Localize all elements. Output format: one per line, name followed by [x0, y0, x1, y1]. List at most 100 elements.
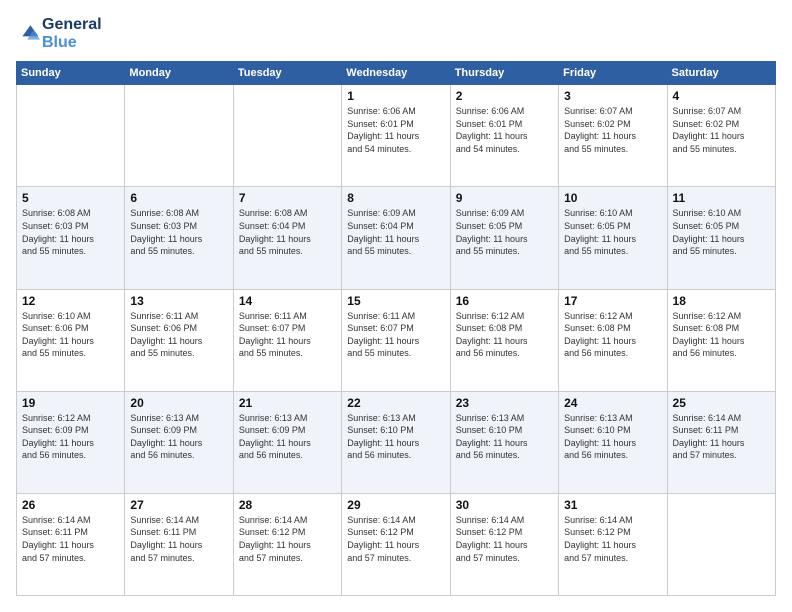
calendar-cell: 26 Sunrise: 6:14 AM Sunset: 6:11 PM Dayli… [17, 493, 125, 595]
day-number: 7 [239, 191, 336, 205]
day-info: Sunrise: 6:09 AM Sunset: 6:04 PM Dayligh… [347, 207, 444, 257]
day-info: Sunrise: 6:11 AM Sunset: 6:07 PM Dayligh… [239, 310, 336, 360]
day-info: Sunrise: 6:07 AM Sunset: 6:02 PM Dayligh… [673, 105, 770, 155]
day-info: Sunrise: 6:08 AM Sunset: 6:03 PM Dayligh… [130, 207, 227, 257]
day-number: 2 [456, 89, 553, 103]
day-number: 9 [456, 191, 553, 205]
day-info: Sunrise: 6:08 AM Sunset: 6:04 PM Dayligh… [239, 207, 336, 257]
calendar-cell: 5 Sunrise: 6:08 AM Sunset: 6:03 PM Daylig… [17, 187, 125, 289]
calendar-cell: 1 Sunrise: 6:06 AM Sunset: 6:01 PM Daylig… [342, 85, 450, 187]
day-number: 26 [22, 498, 119, 512]
day-info: Sunrise: 6:12 AM Sunset: 6:08 PM Dayligh… [673, 310, 770, 360]
calendar-week-row: 19Sunrise: 6:12 AM Sunset: 6:09 PM Dayli… [17, 391, 776, 493]
weekday-header: Saturday [667, 62, 775, 85]
logo-text: GeneralBlue [42, 16, 102, 51]
calendar-cell: 23 Sunrise: 6:13 AM Sunset: 6:10 PM Dayli… [450, 391, 558, 493]
calendar-cell: 15 Sunrise: 6:11 AM Sunset: 6:07 PM Dayli… [342, 289, 450, 391]
day-number: 8 [347, 191, 444, 205]
calendar-cell: 19Sunrise: 6:12 AM Sunset: 6:09 PM Dayli… [17, 391, 125, 493]
day-info: Sunrise: 6:09 AM Sunset: 6:05 PM Dayligh… [456, 207, 553, 257]
calendar-cell: 22 Sunrise: 6:13 AM Sunset: 6:10 PM Dayli… [342, 391, 450, 493]
header: GeneralBlue [16, 16, 776, 51]
day-info: Sunrise: 6:13 AM Sunset: 6:10 PM Dayligh… [347, 412, 444, 462]
page: GeneralBlue SundayMondayTuesdayWednesday… [0, 0, 792, 612]
day-number: 29 [347, 498, 444, 512]
day-info: Sunrise: 6:12 AM Sunset: 6:09 PM Dayligh… [22, 412, 119, 462]
calendar-cell: 27Sunrise: 6:14 AM Sunset: 6:11 PM Dayli… [125, 493, 233, 595]
calendar-cell: 28Sunrise: 6:14 AM Sunset: 6:12 PM Dayli… [233, 493, 341, 595]
day-number: 30 [456, 498, 553, 512]
day-number: 22 [347, 396, 444, 410]
weekday-header: Wednesday [342, 62, 450, 85]
day-number: 11 [673, 191, 770, 205]
day-info: Sunrise: 6:13 AM Sunset: 6:09 PM Dayligh… [239, 412, 336, 462]
calendar-cell: 3 Sunrise: 6:07 AM Sunset: 6:02 PM Daylig… [559, 85, 667, 187]
calendar-cell: 21Sunrise: 6:13 AM Sunset: 6:09 PM Dayli… [233, 391, 341, 493]
day-info: Sunrise: 6:12 AM Sunset: 6:08 PM Dayligh… [564, 310, 661, 360]
day-number: 31 [564, 498, 661, 512]
day-info: Sunrise: 6:14 AM Sunset: 6:11 PM Dayligh… [673, 412, 770, 462]
day-number: 13 [130, 294, 227, 308]
day-number: 15 [347, 294, 444, 308]
day-info: Sunrise: 6:07 AM Sunset: 6:02 PM Dayligh… [564, 105, 661, 155]
day-number: 18 [673, 294, 770, 308]
day-number: 6 [130, 191, 227, 205]
calendar-cell: 10 Sunrise: 6:10 AM Sunset: 6:05 PM Dayli… [559, 187, 667, 289]
day-number: 17 [564, 294, 661, 308]
day-number: 25 [673, 396, 770, 410]
day-info: Sunrise: 6:10 AM Sunset: 6:05 PM Dayligh… [673, 207, 770, 257]
day-info: Sunrise: 6:11 AM Sunset: 6:07 PM Dayligh… [347, 310, 444, 360]
weekday-header: Thursday [450, 62, 558, 85]
day-info: Sunrise: 6:06 AM Sunset: 6:01 PM Dayligh… [347, 105, 444, 155]
day-info: Sunrise: 6:13 AM Sunset: 6:10 PM Dayligh… [456, 412, 553, 462]
calendar-cell: 29 Sunrise: 6:14 AM Sunset: 6:12 PM Dayli… [342, 493, 450, 595]
calendar-week-row: 12 Sunrise: 6:10 AM Sunset: 6:06 PM Dayli… [17, 289, 776, 391]
day-info: Sunrise: 6:14 AM Sunset: 6:12 PM Dayligh… [564, 514, 661, 564]
calendar-cell: 20 Sunrise: 6:13 AM Sunset: 6:09 PM Dayli… [125, 391, 233, 493]
calendar-cell: 2 Sunrise: 6:06 AM Sunset: 6:01 PM Daylig… [450, 85, 558, 187]
weekday-header: Monday [125, 62, 233, 85]
day-info: Sunrise: 6:06 AM Sunset: 6:01 PM Dayligh… [456, 105, 553, 155]
day-number: 23 [456, 396, 553, 410]
day-number: 24 [564, 396, 661, 410]
calendar-cell: 8 Sunrise: 6:09 AM Sunset: 6:04 PM Daylig… [342, 187, 450, 289]
calendar-cell: 30Sunrise: 6:14 AM Sunset: 6:12 PM Dayli… [450, 493, 558, 595]
calendar-cell: 14 Sunrise: 6:11 AM Sunset: 6:07 PM Dayli… [233, 289, 341, 391]
logo: GeneralBlue [16, 16, 102, 51]
day-number: 12 [22, 294, 119, 308]
day-info: Sunrise: 6:10 AM Sunset: 6:05 PM Dayligh… [564, 207, 661, 257]
day-info: Sunrise: 6:14 AM Sunset: 6:11 PM Dayligh… [22, 514, 119, 564]
calendar-cell: 17 Sunrise: 6:12 AM Sunset: 6:08 PM Dayli… [559, 289, 667, 391]
calendar-cell: 9 Sunrise: 6:09 AM Sunset: 6:05 PM Daylig… [450, 187, 558, 289]
calendar-cell: 31 Sunrise: 6:14 AM Sunset: 6:12 PM Dayli… [559, 493, 667, 595]
day-number: 28 [239, 498, 336, 512]
day-info: Sunrise: 6:13 AM Sunset: 6:09 PM Dayligh… [130, 412, 227, 462]
day-number: 1 [347, 89, 444, 103]
calendar-week-row: 26 Sunrise: 6:14 AM Sunset: 6:11 PM Dayli… [17, 493, 776, 595]
day-number: 14 [239, 294, 336, 308]
calendar-cell [17, 85, 125, 187]
calendar-cell: 25 Sunrise: 6:14 AM Sunset: 6:11 PM Dayli… [667, 391, 775, 493]
calendar-week-row: 1 Sunrise: 6:06 AM Sunset: 6:01 PM Daylig… [17, 85, 776, 187]
calendar-cell: 18 Sunrise: 6:12 AM Sunset: 6:08 PM Dayli… [667, 289, 775, 391]
day-info: Sunrise: 6:11 AM Sunset: 6:06 PM Dayligh… [130, 310, 227, 360]
calendar-cell: 12 Sunrise: 6:10 AM Sunset: 6:06 PM Dayli… [17, 289, 125, 391]
day-number: 5 [22, 191, 119, 205]
day-number: 3 [564, 89, 661, 103]
weekday-header: Friday [559, 62, 667, 85]
day-info: Sunrise: 6:12 AM Sunset: 6:08 PM Dayligh… [456, 310, 553, 360]
day-number: 10 [564, 191, 661, 205]
day-info: Sunrise: 6:14 AM Sunset: 6:12 PM Dayligh… [347, 514, 444, 564]
day-info: Sunrise: 6:08 AM Sunset: 6:03 PM Dayligh… [22, 207, 119, 257]
calendar-cell: 4Sunrise: 6:07 AM Sunset: 6:02 PM Daylig… [667, 85, 775, 187]
calendar-cell: 7 Sunrise: 6:08 AM Sunset: 6:04 PM Daylig… [233, 187, 341, 289]
day-number: 20 [130, 396, 227, 410]
day-info: Sunrise: 6:10 AM Sunset: 6:06 PM Dayligh… [22, 310, 119, 360]
calendar-cell: 16Sunrise: 6:12 AM Sunset: 6:08 PM Dayli… [450, 289, 558, 391]
calendar-cell: 6 Sunrise: 6:08 AM Sunset: 6:03 PM Daylig… [125, 187, 233, 289]
day-info: Sunrise: 6:14 AM Sunset: 6:11 PM Dayligh… [130, 514, 227, 564]
calendar-cell: 13 Sunrise: 6:11 AM Sunset: 6:06 PM Dayli… [125, 289, 233, 391]
calendar-header-row: SundayMondayTuesdayWednesdayThursdayFrid… [17, 62, 776, 85]
day-info: Sunrise: 6:13 AM Sunset: 6:10 PM Dayligh… [564, 412, 661, 462]
calendar-cell: 11 Sunrise: 6:10 AM Sunset: 6:05 PM Dayli… [667, 187, 775, 289]
